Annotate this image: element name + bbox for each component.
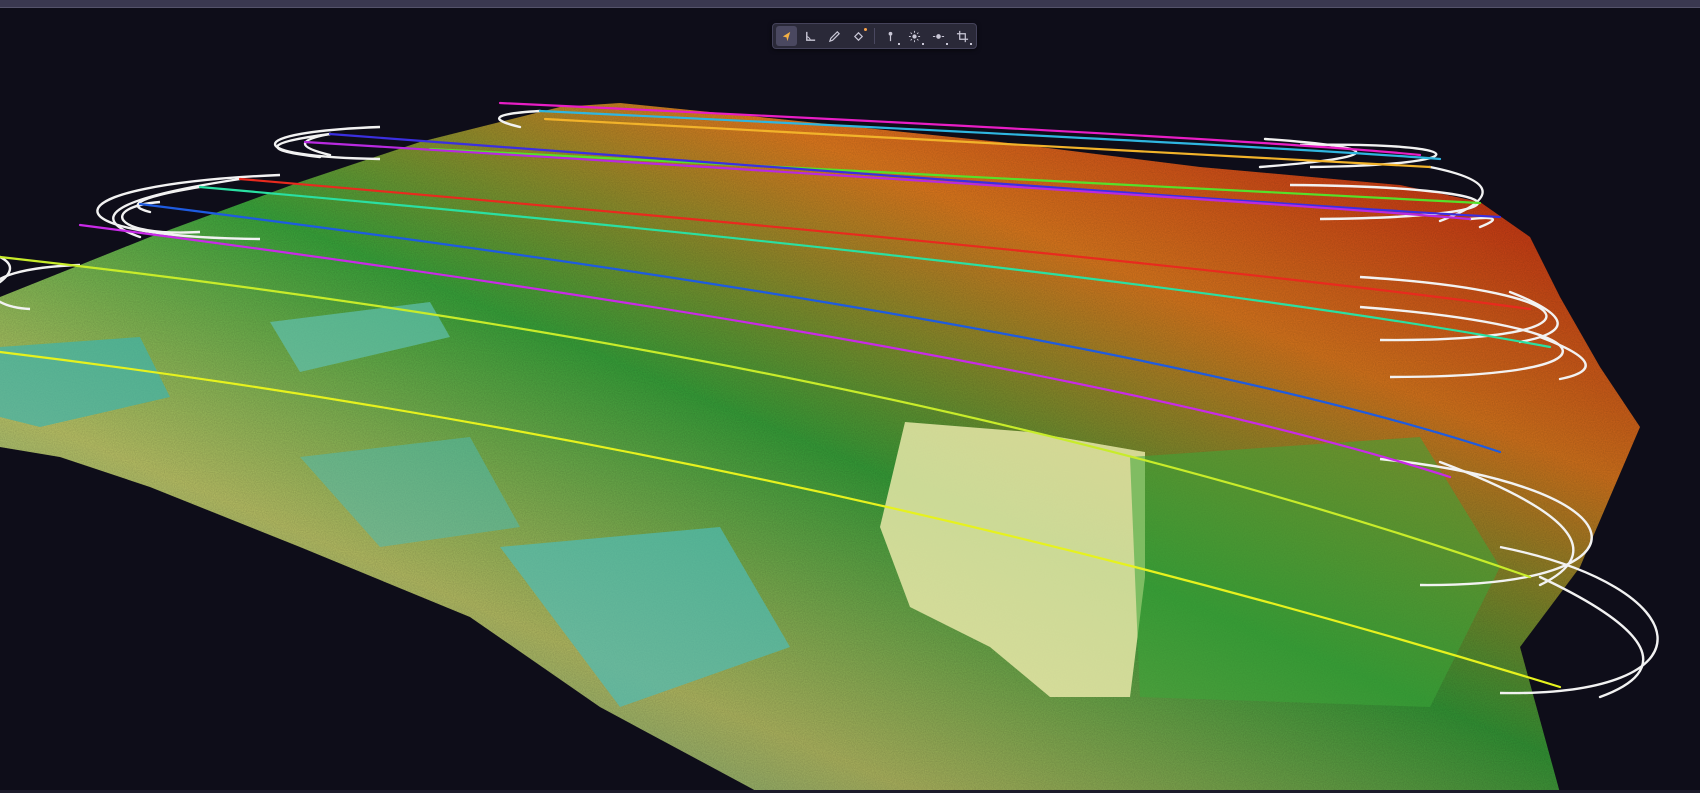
- target-dot-icon: [932, 33, 945, 39]
- submenu-indicator: [946, 43, 948, 45]
- pen-icon: [828, 30, 840, 42]
- field-patch-green: [1130, 437, 1500, 707]
- paint-bucket-tool-button[interactable]: [848, 26, 869, 46]
- crop-tool-button[interactable]: [952, 26, 973, 46]
- active-indicator-dot: [864, 28, 867, 31]
- app-window: [0, 0, 1700, 793]
- submenu-indicator: [970, 43, 972, 45]
- submenu-indicator: [922, 43, 924, 45]
- pin-icon: [888, 31, 893, 41]
- crop-icon: [956, 30, 969, 42]
- submenu-indicator: [898, 43, 900, 45]
- marker-tool-button[interactable]: [928, 26, 949, 46]
- toolbar-separator: [874, 28, 875, 44]
- 3d-viewport[interactable]: [0, 7, 1700, 793]
- angle-ruler-icon: [806, 31, 816, 41]
- pen-tool-button[interactable]: [824, 26, 845, 46]
- point-cloud-scene[interactable]: [0, 7, 1700, 793]
- point-pick-tool-button[interactable]: [880, 26, 901, 46]
- measure-angle-tool-button[interactable]: [800, 26, 821, 46]
- paint-bucket-icon: [853, 31, 864, 41]
- sun-icon: [908, 30, 921, 42]
- cursor-arrow-icon: [782, 31, 791, 41]
- select-tool-button[interactable]: [776, 26, 797, 46]
- light-tool-button[interactable]: [904, 26, 925, 46]
- viewport-toolbar: [772, 23, 977, 49]
